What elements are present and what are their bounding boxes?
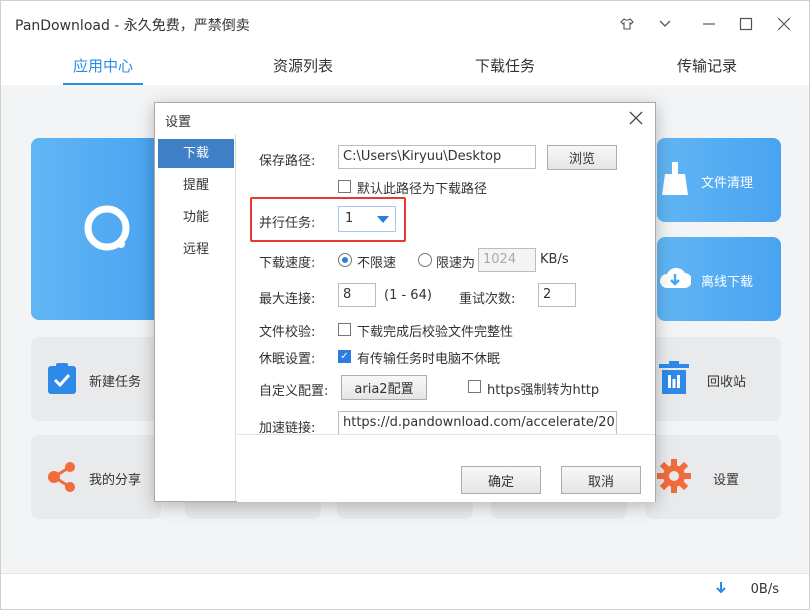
settings-sidebar: 下载 提醒 功能 远程 [156,134,236,501]
new-task-label: 新建任务 [89,375,142,390]
offline-download-tile[interactable]: 离线下载 [657,237,781,321]
main-tabs: 应用中心 资源列表 下载任务 传输记录 [1,45,809,85]
limit-value-input[interactable]: 1024 [478,248,536,272]
custom-config-label: 自定义配置: [259,384,329,399]
https-option: https强制转为http [487,383,600,398]
share-icon [48,462,75,492]
sidebar-item-reminder[interactable]: 提醒 [158,171,234,200]
unlimited-radio[interactable] [338,253,352,267]
new-task-tile[interactable]: 新建任务 [31,337,161,421]
save-path-label: 保存路径: [259,154,316,169]
gear-icon [657,459,691,493]
max-conn-label: 最大连接: [259,292,316,307]
https-checkbox[interactable] [468,380,481,393]
verify-option: 下载完成后校验文件完整性 [357,325,514,340]
cloud-download-icon [660,267,691,289]
verify-label: 文件校验: [259,325,316,340]
dialog-footer: 确定 取消 [237,434,655,502]
close-icon[interactable] [625,107,647,129]
max-conn-input[interactable]: 8 [338,283,376,307]
tab-resource-list[interactable]: 资源列表 [273,55,333,76]
my-share-label: 我的分享 [89,473,142,488]
dialog-title: 设置 [165,115,192,130]
trash-icon [659,361,689,394]
sleep-checkbox[interactable]: ✓ [338,350,351,363]
download-settings-panel: 保存路径: C:\Users\Kiryuu\Desktop 浏览 默认此路径为下… [237,134,655,463]
clipboard-check-icon [48,363,76,394]
my-share-tile[interactable]: 我的分享 [31,435,161,519]
file-clean-label: 文件清理 [701,176,754,191]
speed-readout: 0B/s [750,582,779,597]
settings-tile[interactable]: 设置 [645,435,781,519]
ok-button[interactable]: 确定 [461,466,541,494]
close-button[interactable] [771,11,797,37]
title-bar: PanDownload - 永久免费，严禁倒卖 [1,1,809,45]
limit-label: 限速为 [436,256,476,271]
chevron-down-icon[interactable] [652,11,678,37]
tab-download-tasks[interactable]: 下载任务 [475,55,535,76]
file-clean-tile[interactable]: 文件清理 [657,138,781,222]
verify-checkbox[interactable] [338,323,351,336]
limit-radio[interactable] [418,253,432,267]
aria2-config-button[interactable]: aria2配置 [341,375,427,400]
status-bar: 0B/s [1,573,809,609]
broom-icon [662,162,688,195]
unlimited-label: 不限速 [357,256,397,271]
download-arrow-icon [715,581,727,599]
highlight-box [250,197,406,242]
accel-input[interactable]: https://d.pandownload.com/accelerate/20.… [338,411,617,435]
default-path-label: 默认此路径为下载路径 [357,182,488,197]
sidebar-item-remote[interactable]: 远程 [158,235,234,264]
sidebar-item-features[interactable]: 功能 [158,203,234,232]
offline-download-label: 离线下载 [701,275,754,290]
settings-label: 设置 [713,473,740,488]
retry-label: 重试次数: [459,292,516,307]
browse-button[interactable]: 浏览 [547,145,617,170]
tab-transfer-records[interactable]: 传输记录 [677,55,737,76]
minimize-button[interactable] [696,11,722,37]
sidebar-item-download[interactable]: 下载 [158,139,234,168]
skin-icon[interactable] [614,11,640,37]
cancel-button[interactable]: 取消 [561,466,641,494]
max-conn-range: (1 - 64) [384,288,432,303]
default-path-checkbox[interactable] [338,180,351,193]
save-path-input[interactable]: C:\Users\Kiryuu\Desktop [338,145,536,169]
tab-app-center[interactable]: 应用中心 [73,55,133,76]
recycle-bin-tile[interactable]: 回收站 [645,337,781,421]
sleep-option: 有传输任务时电脑不休眠 [357,352,501,367]
search-tile[interactable] [31,138,161,320]
recycle-bin-label: 回收站 [707,375,747,390]
sleep-label: 休眠设置: [259,352,316,367]
search-icon [84,205,130,251]
app-title: PanDownload - 永久免费，严禁倒卖 [15,18,250,34]
retry-input[interactable]: 2 [538,283,576,307]
settings-dialog: 设置 下载 提醒 功能 远程 保存路径: C:\Users\Kiryuu\Des… [154,102,656,502]
maximize-button[interactable] [733,11,759,37]
speed-unit: KB/s [540,252,569,267]
speed-label: 下载速度: [259,256,316,271]
